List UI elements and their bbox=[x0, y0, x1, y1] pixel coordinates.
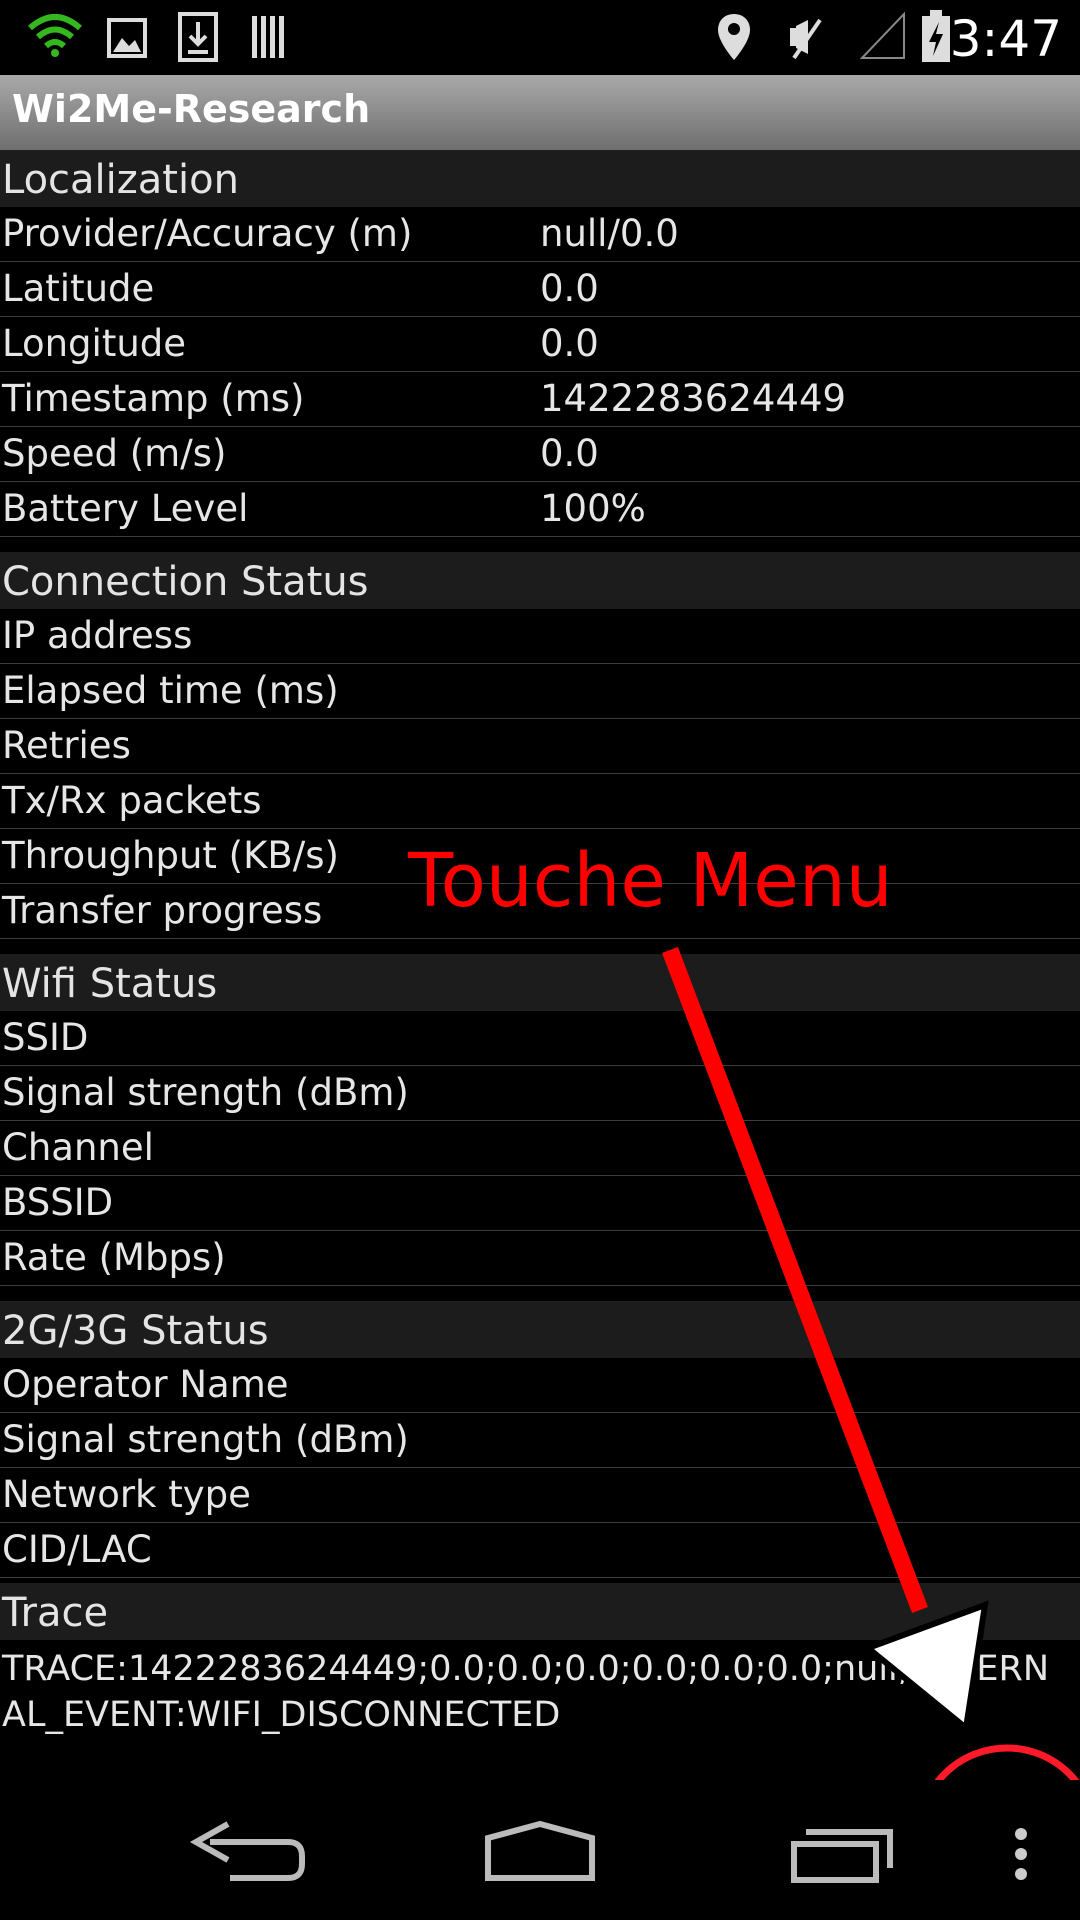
row-label: Signal strength (dBm) bbox=[2, 1071, 409, 1114]
navigation-bar bbox=[0, 1780, 1080, 1920]
app-title-bar: Wi2Me-Research bbox=[0, 75, 1080, 150]
home-icon[interactable] bbox=[470, 1780, 610, 1920]
list-item: Channel bbox=[0, 1121, 1080, 1176]
row-value: 0.0 bbox=[540, 432, 599, 475]
row-value: 0.0 bbox=[540, 322, 599, 365]
back-icon[interactable] bbox=[170, 1780, 310, 1920]
list-item: Operator Name bbox=[0, 1358, 1080, 1413]
list-item: Signal strength (dBm) bbox=[0, 1413, 1080, 1468]
row-label: Signal strength (dBm) bbox=[2, 1418, 409, 1461]
list-item: Timestamp (ms) 1422283624449 bbox=[0, 372, 1080, 427]
row-label: Transfer progress bbox=[2, 889, 323, 932]
list-item: Latitude 0.0 bbox=[0, 262, 1080, 317]
image-icon bbox=[107, 18, 147, 58]
row-label: CID/LAC bbox=[2, 1528, 152, 1571]
app-title: Wi2Me-Research bbox=[12, 87, 371, 131]
list-item: BSSID bbox=[0, 1176, 1080, 1231]
annotation-text: Touche Menu bbox=[408, 838, 893, 924]
row-value: 100% bbox=[540, 487, 646, 530]
download-icon bbox=[178, 12, 218, 62]
row-label: Provider/Accuracy (m) bbox=[2, 212, 413, 255]
row-label: Latitude bbox=[2, 267, 155, 310]
list-item: Elapsed time (ms) bbox=[0, 664, 1080, 719]
list-item: SSID bbox=[0, 1011, 1080, 1066]
list-item: Tx/Rx packets bbox=[0, 774, 1080, 829]
main-content: Localization Provider/Accuracy (m) null/0… bbox=[0, 150, 1080, 1738]
section-trace-title: Trace bbox=[0, 1583, 1080, 1640]
row-label: SSID bbox=[2, 1016, 89, 1059]
row-label: Throughput (KB/s) bbox=[2, 834, 339, 877]
row-label: IP address bbox=[2, 614, 193, 657]
barcode-icon bbox=[252, 16, 284, 58]
section-wifi-title: Wifi Status bbox=[0, 954, 1080, 1011]
row-value: 1422283624449 bbox=[540, 377, 847, 420]
row-label: Network type bbox=[2, 1473, 251, 1516]
row-label: Retries bbox=[2, 724, 131, 767]
section-localization-title: Localization bbox=[0, 150, 1080, 207]
signal-icon bbox=[860, 12, 905, 59]
trace-log-text: TRACE:1422283624449;0.0;0.0;0.0;0.0;0.0;… bbox=[2, 1649, 1050, 1735]
list-item: Speed (m/s) 0.0 bbox=[0, 427, 1080, 482]
row-label: Elapsed time (ms) bbox=[2, 669, 339, 712]
mute-icon bbox=[790, 18, 822, 60]
list-item: Rate (Mbps) bbox=[0, 1231, 1080, 1286]
list-item: Signal strength (dBm) bbox=[0, 1066, 1080, 1121]
row-label: BSSID bbox=[2, 1181, 114, 1224]
row-label: Timestamp (ms) bbox=[2, 377, 305, 420]
wifi-icon bbox=[28, 14, 82, 57]
row-label: Battery Level bbox=[2, 487, 249, 530]
row-label: Rate (Mbps) bbox=[2, 1236, 226, 1279]
list-item: Retries bbox=[0, 719, 1080, 774]
list-item: Longitude 0.0 bbox=[0, 317, 1080, 372]
recents-icon[interactable] bbox=[780, 1780, 920, 1920]
row-label: Tx/Rx packets bbox=[2, 779, 262, 822]
list-item: IP address bbox=[0, 609, 1080, 664]
row-label: Speed (m/s) bbox=[2, 432, 227, 475]
row-label: Channel bbox=[2, 1126, 154, 1169]
overflow-menu-icon[interactable] bbox=[980, 1780, 1040, 1920]
list-item: CID/LAC bbox=[0, 1523, 1080, 1578]
section-connection-title: Connection Status bbox=[0, 552, 1080, 609]
battery-charging-icon bbox=[922, 10, 950, 62]
section-cellular-title: 2G/3G Status bbox=[0, 1301, 1080, 1358]
row-label: Longitude bbox=[2, 322, 187, 365]
list-item: Provider/Accuracy (m) null/0.0 bbox=[0, 207, 1080, 262]
status-clock: 3:47 bbox=[949, 10, 1062, 68]
list-item: Battery Level 100% bbox=[0, 482, 1080, 537]
row-label: Operator Name bbox=[2, 1363, 289, 1406]
row-value: null/0.0 bbox=[540, 212, 679, 255]
status-bar: 3:47 bbox=[0, 0, 1080, 75]
row-value: 0.0 bbox=[540, 267, 599, 310]
list-item: Network type bbox=[0, 1468, 1080, 1523]
location-icon bbox=[718, 14, 750, 60]
